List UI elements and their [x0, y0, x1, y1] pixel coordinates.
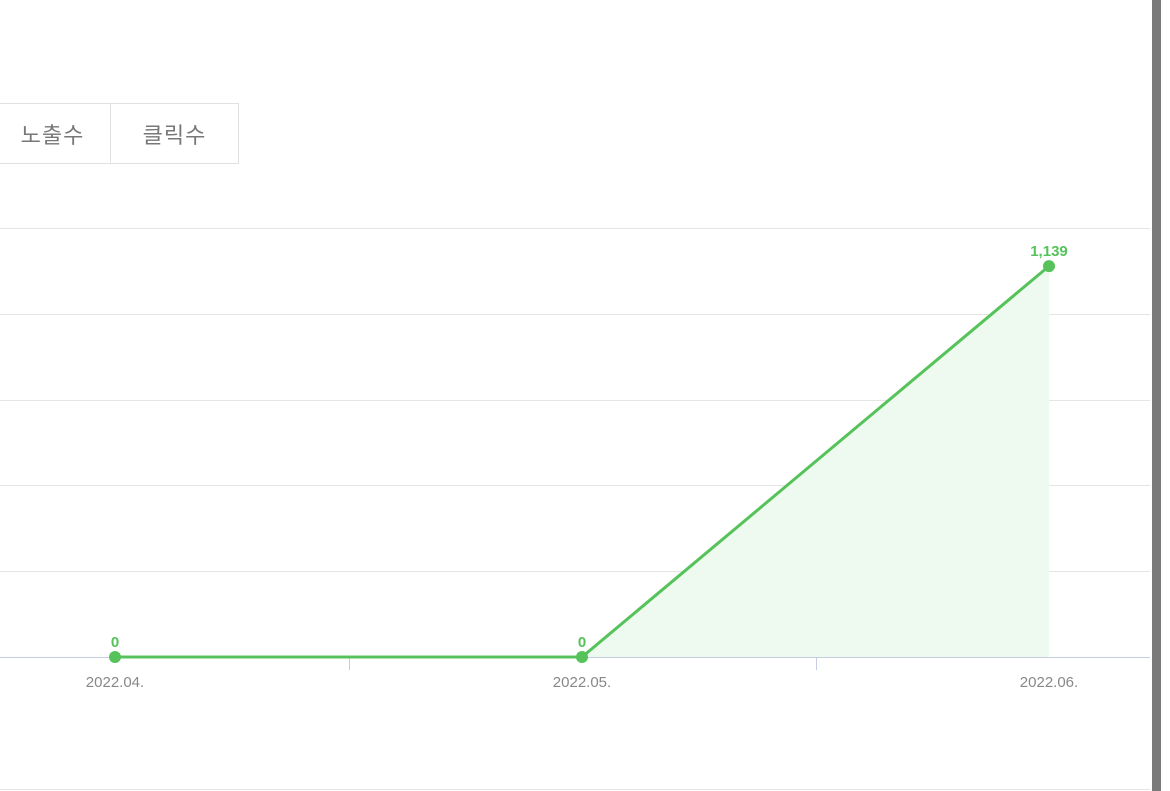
data-label: 0: [578, 634, 586, 651]
line-chart: 0 0 1,139 2022.04. 2022.05. 2022.06.: [0, 0, 1170, 791]
vertical-scrollbar[interactable]: [1152, 0, 1170, 791]
x-tick-label: 2022.06.: [1020, 674, 1078, 691]
data-point: [576, 651, 588, 663]
scrollbar-thumb[interactable]: [1152, 0, 1161, 791]
data-label: 0: [111, 634, 119, 651]
data-point: [109, 651, 121, 663]
area-fill: [115, 266, 1049, 657]
data-label: 1,139: [1030, 243, 1068, 260]
x-tick-label: 2022.05.: [553, 674, 611, 691]
chart-svg: 0 0 1,139 2022.04. 2022.05. 2022.06.: [0, 228, 1170, 691]
x-tick-label: 2022.04.: [86, 674, 144, 691]
page: 노출수 클릭수 0 0 1,139 2022.04. 2022.05. 2022.06.: [0, 0, 1170, 791]
data-point: [1043, 260, 1055, 273]
bottom-divider: [0, 789, 1150, 790]
